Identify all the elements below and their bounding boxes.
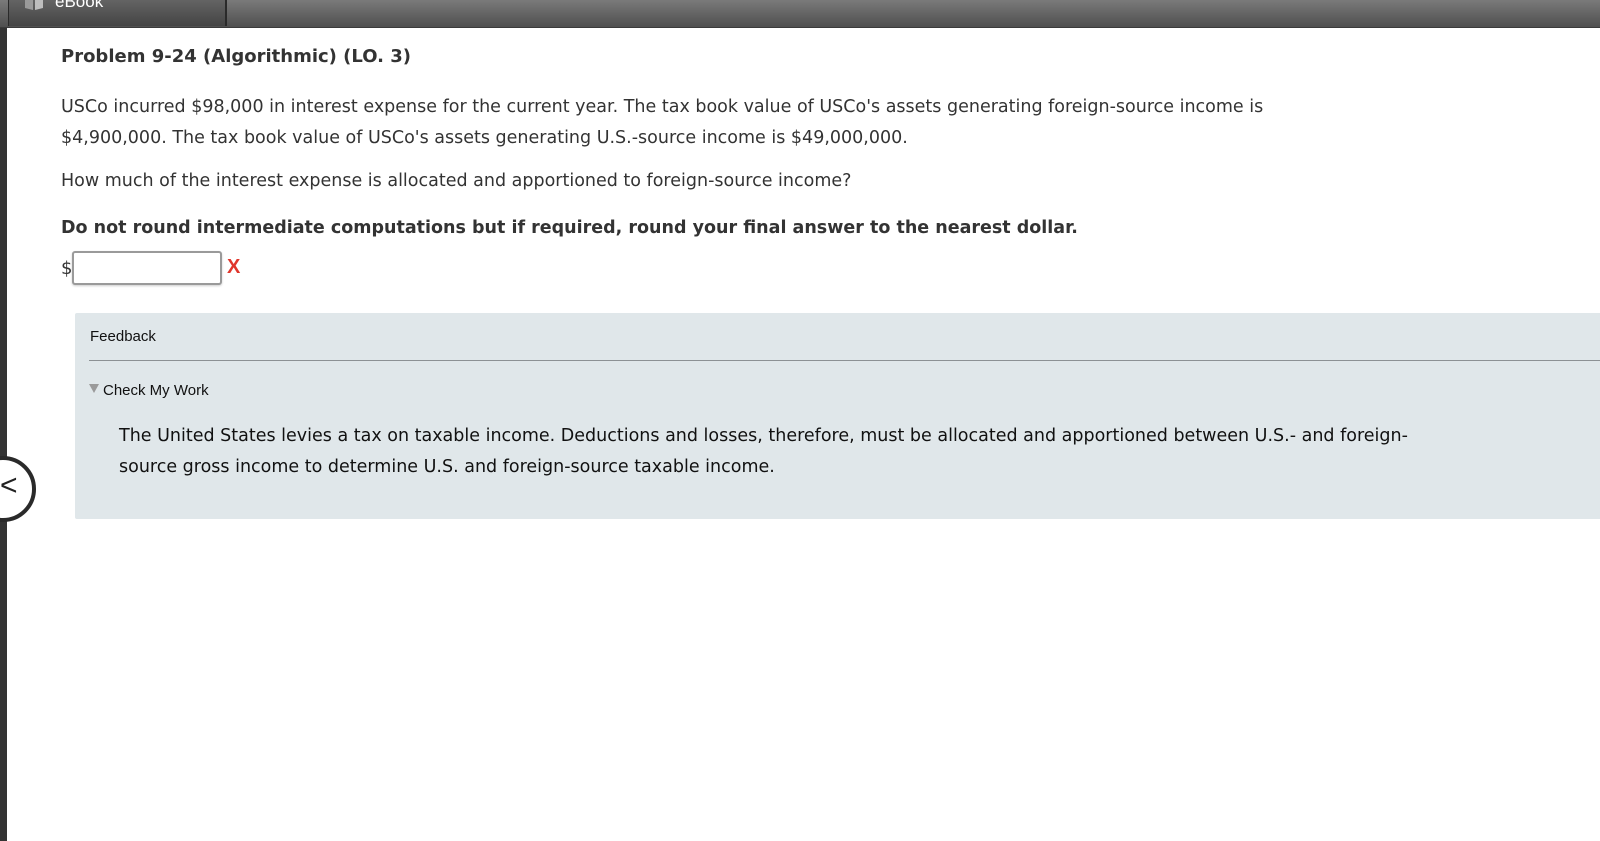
incorrect-x-icon: X (227, 256, 241, 278)
chevron-left-icon[interactable]: < (0, 471, 18, 501)
ebook-tab[interactable]: eBook (8, 0, 227, 26)
rounding-instruction: Do not round intermediate computations b… (61, 218, 1078, 238)
question-text: How much of the interest expense is allo… (61, 171, 852, 191)
problem-statement: USCo incurred $98,000 in interest expens… (61, 92, 1321, 154)
left-sidebar-rail (0, 0, 7, 841)
currency-symbol: $ (61, 258, 73, 279)
problem-title: Problem 9-24 (Algorithmic) (LO. 3) (61, 46, 411, 67)
triangle-down-icon (89, 384, 99, 393)
feedback-explanation-line-2: source gross income to determine U.S. an… (119, 457, 775, 477)
problem-statement-line-1: USCo incurred $98,000 in interest expens… (61, 97, 1264, 117)
feedback-panel: Feedback Check My Work The United States… (75, 313, 1600, 519)
feedback-explanation-line-1: The United States levies a tax on taxabl… (119, 426, 1408, 446)
ebook-label: eBook (55, 0, 104, 11)
feedback-divider (89, 360, 1600, 361)
feedback-explanation: The United States levies a tax on taxabl… (119, 421, 1439, 483)
answer-input[interactable] (72, 251, 222, 285)
check-my-work-toggle[interactable]: Check My Work (89, 380, 209, 399)
problem-statement-line-2: $4,900,000. The tax book value of USCo's… (61, 128, 908, 148)
check-my-work-label: Check My Work (103, 382, 209, 399)
feedback-title: Feedback (90, 328, 156, 345)
book-icon (25, 0, 43, 10)
top-toolbar: eBook (0, 0, 1600, 28)
